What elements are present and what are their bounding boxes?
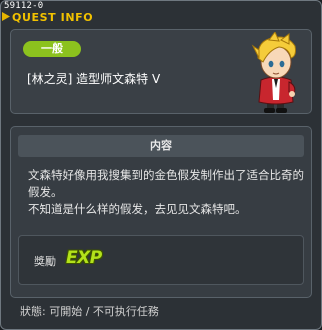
content-panel: 内容 文森特好像用我搜集到的金色假发制作出了适合比奇的假发。 不知道是什么样的假… [10,126,312,298]
quest-status: 狀態: 可開始 / 不可执行任務 [20,305,159,318]
description-line: 不知道是什么样的假发，去见见文森特吧。 [28,202,247,216]
reward-label: 獎勵 [34,255,56,268]
window-title: QUEST INFO [12,11,94,24]
npc-portrait-icon [251,32,296,113]
category-badge: 一般 [23,41,81,57]
description-line: 文森特好像用我搜集到的金色假发制作出了适合比奇的假发。 [28,168,304,199]
quest-name: [林之灵] 造型师文森特 V [27,72,161,86]
reward-box: 獎勵 EXP [18,235,304,285]
quest-summary-panel: 一般 [林之灵] 造型师文森特 V [10,29,312,114]
title-arrow-icon [2,12,10,21]
content-header: 内容 [18,135,304,157]
quest-info-window: 59112-0 QUEST INFO 一般 [林之灵] 造型师文森特 V 内容 … [0,0,322,330]
quest-description: 文森特好像用我搜集到的金色假发制作出了适合比奇的假发。 不知道是什么样的假发，去… [28,167,304,218]
quest-id: 59112-0 [4,1,44,11]
exp-reward-icon: EXP [66,248,102,268]
